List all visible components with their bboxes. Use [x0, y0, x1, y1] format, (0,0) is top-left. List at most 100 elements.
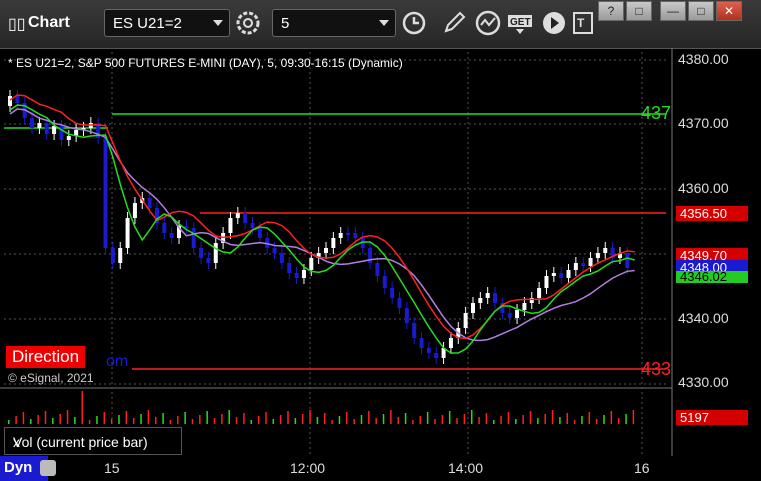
candle-body — [537, 288, 542, 298]
candle-body — [426, 348, 431, 353]
volume-bar — [184, 412, 186, 424]
volume-bar — [206, 411, 208, 424]
clock-icon[interactable] — [400, 9, 428, 37]
get-icon[interactable]: GET — [506, 9, 534, 37]
volume-bar — [59, 414, 61, 424]
title-bar: ▯▯ Chart ES U21=2 5 GET T ? □ — □ ✕ — [0, 0, 761, 49]
volume-bar — [74, 417, 76, 424]
candle-body — [125, 218, 130, 248]
volume-bar — [96, 416, 98, 424]
candle-body — [404, 308, 409, 323]
candle-body — [235, 213, 240, 218]
volume-bar — [324, 413, 326, 424]
chart-area[interactable]: * ES U21=2, S&P 500 FUTURES E-MINI (DAY)… — [0, 48, 761, 456]
volume-bar — [235, 417, 238, 424]
volume-bar — [360, 415, 363, 424]
volume-bar — [250, 420, 253, 424]
volume-bar — [603, 415, 605, 424]
volume-bar — [463, 414, 466, 424]
volume-bar — [353, 419, 355, 424]
candle-body — [566, 270, 571, 278]
volume-bar — [382, 414, 385, 424]
volume-bar — [118, 415, 120, 424]
volume-bar — [346, 412, 348, 424]
volume-bar — [110, 419, 113, 424]
volume-bar — [573, 420, 576, 424]
green-level-label: 437 — [641, 103, 672, 123]
minimize-button[interactable]: — — [660, 1, 686, 21]
volume-bar — [169, 420, 172, 424]
volume-bar — [426, 412, 429, 424]
volume-bar — [301, 414, 304, 424]
time-axis-label: 15 — [104, 460, 120, 476]
dynamic-button[interactable]: Dyn — [0, 456, 56, 481]
volume-bar — [617, 418, 620, 424]
volume-bar — [595, 419, 598, 424]
candle-body — [603, 248, 608, 253]
symbol-select[interactable]: ES U21=2 — [104, 9, 230, 37]
candle-body — [287, 263, 292, 273]
candle-body — [169, 233, 174, 238]
candle-body — [419, 338, 424, 348]
volume-bar — [500, 416, 502, 424]
volume-bar — [221, 414, 223, 424]
candle-body — [199, 248, 204, 258]
volume-tab[interactable]: Vol (current price bar) x — [4, 427, 182, 455]
volume-bar — [625, 414, 627, 424]
volume-bar — [103, 412, 106, 424]
candle-body — [412, 323, 417, 338]
volume-bar — [265, 412, 267, 424]
template-icon[interactable]: T — [570, 9, 598, 37]
volume-bar — [610, 411, 613, 424]
candle-body — [625, 253, 630, 268]
candle-body — [191, 228, 196, 248]
candle-body — [66, 136, 71, 140]
volume-bar — [272, 419, 275, 424]
candle-body — [338, 233, 343, 238]
volume-bar — [529, 411, 532, 424]
volume-bar — [88, 420, 91, 424]
study-icon[interactable] — [474, 9, 502, 37]
chart-header: * ES U21=2, S&P 500 FUTURES E-MINI (DAY)… — [8, 56, 403, 70]
candle-body — [272, 248, 277, 253]
time-axis-label: 12:00 — [290, 460, 326, 476]
volume-tag: 5197 — [676, 410, 748, 425]
maximize-button[interactable]: □ — [688, 1, 714, 21]
volume-bar — [147, 410, 150, 424]
volume-bar — [551, 410, 554, 424]
candle-body — [331, 238, 336, 248]
chart-menu-icon[interactable]: ▯▯ — [8, 14, 26, 34]
volume-bar — [507, 412, 510, 424]
pencil-icon[interactable] — [440, 9, 468, 37]
candle-body — [434, 353, 439, 358]
volume-bar — [515, 419, 517, 424]
time-axis-label: 14:00 — [448, 460, 484, 476]
volume-bar — [581, 416, 583, 424]
volume-bar — [316, 417, 319, 424]
restore-button[interactable]: □ — [626, 1, 652, 21]
candle-body — [103, 138, 108, 248]
volume-bar — [588, 412, 591, 424]
volume-bar — [154, 417, 157, 424]
candle-body — [52, 126, 57, 134]
volume-bar — [478, 417, 480, 424]
clock-icon — [40, 460, 56, 476]
candle-body — [213, 243, 218, 263]
volume-bar — [566, 413, 569, 424]
candle-body — [573, 263, 578, 270]
close-button[interactable]: ✕ — [716, 1, 742, 21]
close-icon[interactable]: x — [13, 434, 20, 450]
volume-bar — [397, 417, 399, 424]
interval-select[interactable]: 5 — [272, 9, 396, 37]
gear-icon[interactable] — [234, 9, 262, 37]
play-icon[interactable] — [540, 9, 568, 37]
volume-bar — [30, 419, 32, 424]
help-button[interactable]: ? — [598, 1, 624, 21]
volume-bar — [470, 410, 473, 424]
volume-bar — [37, 415, 39, 424]
volume-bar — [456, 418, 458, 424]
candle-body — [382, 276, 387, 288]
candle-body — [279, 253, 284, 263]
candle-body — [559, 273, 564, 278]
volume-bar — [537, 418, 539, 424]
